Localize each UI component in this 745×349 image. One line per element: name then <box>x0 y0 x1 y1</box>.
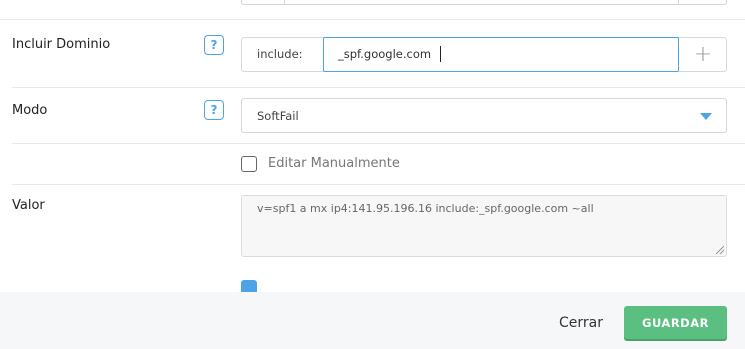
manual-edit-label[interactable]: Editar Manualmente <box>268 156 400 171</box>
include-domain-label: Incluir Dominio <box>12 37 111 52</box>
caret-down-icon <box>700 113 712 120</box>
value-text: v=spf1 a mx ip4:141.95.196.16 include:_s… <box>257 202 594 215</box>
row-divider <box>0 19 745 20</box>
help-icon[interactable]: ? <box>204 35 224 55</box>
plus-icon: + <box>693 42 713 67</box>
row-divider <box>12 184 745 185</box>
save-button[interactable]: GUARDAR <box>624 306 727 339</box>
previous-input-divider <box>284 0 285 5</box>
add-domain-button[interactable]: + <box>679 37 727 72</box>
row-divider <box>12 87 745 88</box>
resize-handle-icon[interactable] <box>716 246 724 254</box>
include-domain-input[interactable]: _spf.google.com <box>323 37 679 72</box>
help-icon[interactable]: ? <box>204 100 224 120</box>
manual-edit-checkbox[interactable] <box>241 156 257 172</box>
row-divider <box>12 143 745 144</box>
previous-input-divider-right <box>678 0 679 5</box>
value-label: Valor <box>12 198 45 213</box>
mode-label: Modo <box>12 103 48 118</box>
value-textarea[interactable]: v=spf1 a mx ip4:141.95.196.16 include:_s… <box>241 195 727 257</box>
include-prefix: include: <box>257 47 303 61</box>
cancel-button[interactable]: Cerrar <box>559 315 603 331</box>
previous-input-group <box>241 0 727 5</box>
mode-selected-value: SoftFail <box>257 109 299 123</box>
question-icon: ? <box>210 38 218 52</box>
include-domain-value: _spf.google.com <box>338 47 432 61</box>
question-icon: ? <box>210 103 218 117</box>
text-cursor <box>440 46 441 62</box>
mode-select[interactable]: SoftFail <box>241 98 727 133</box>
